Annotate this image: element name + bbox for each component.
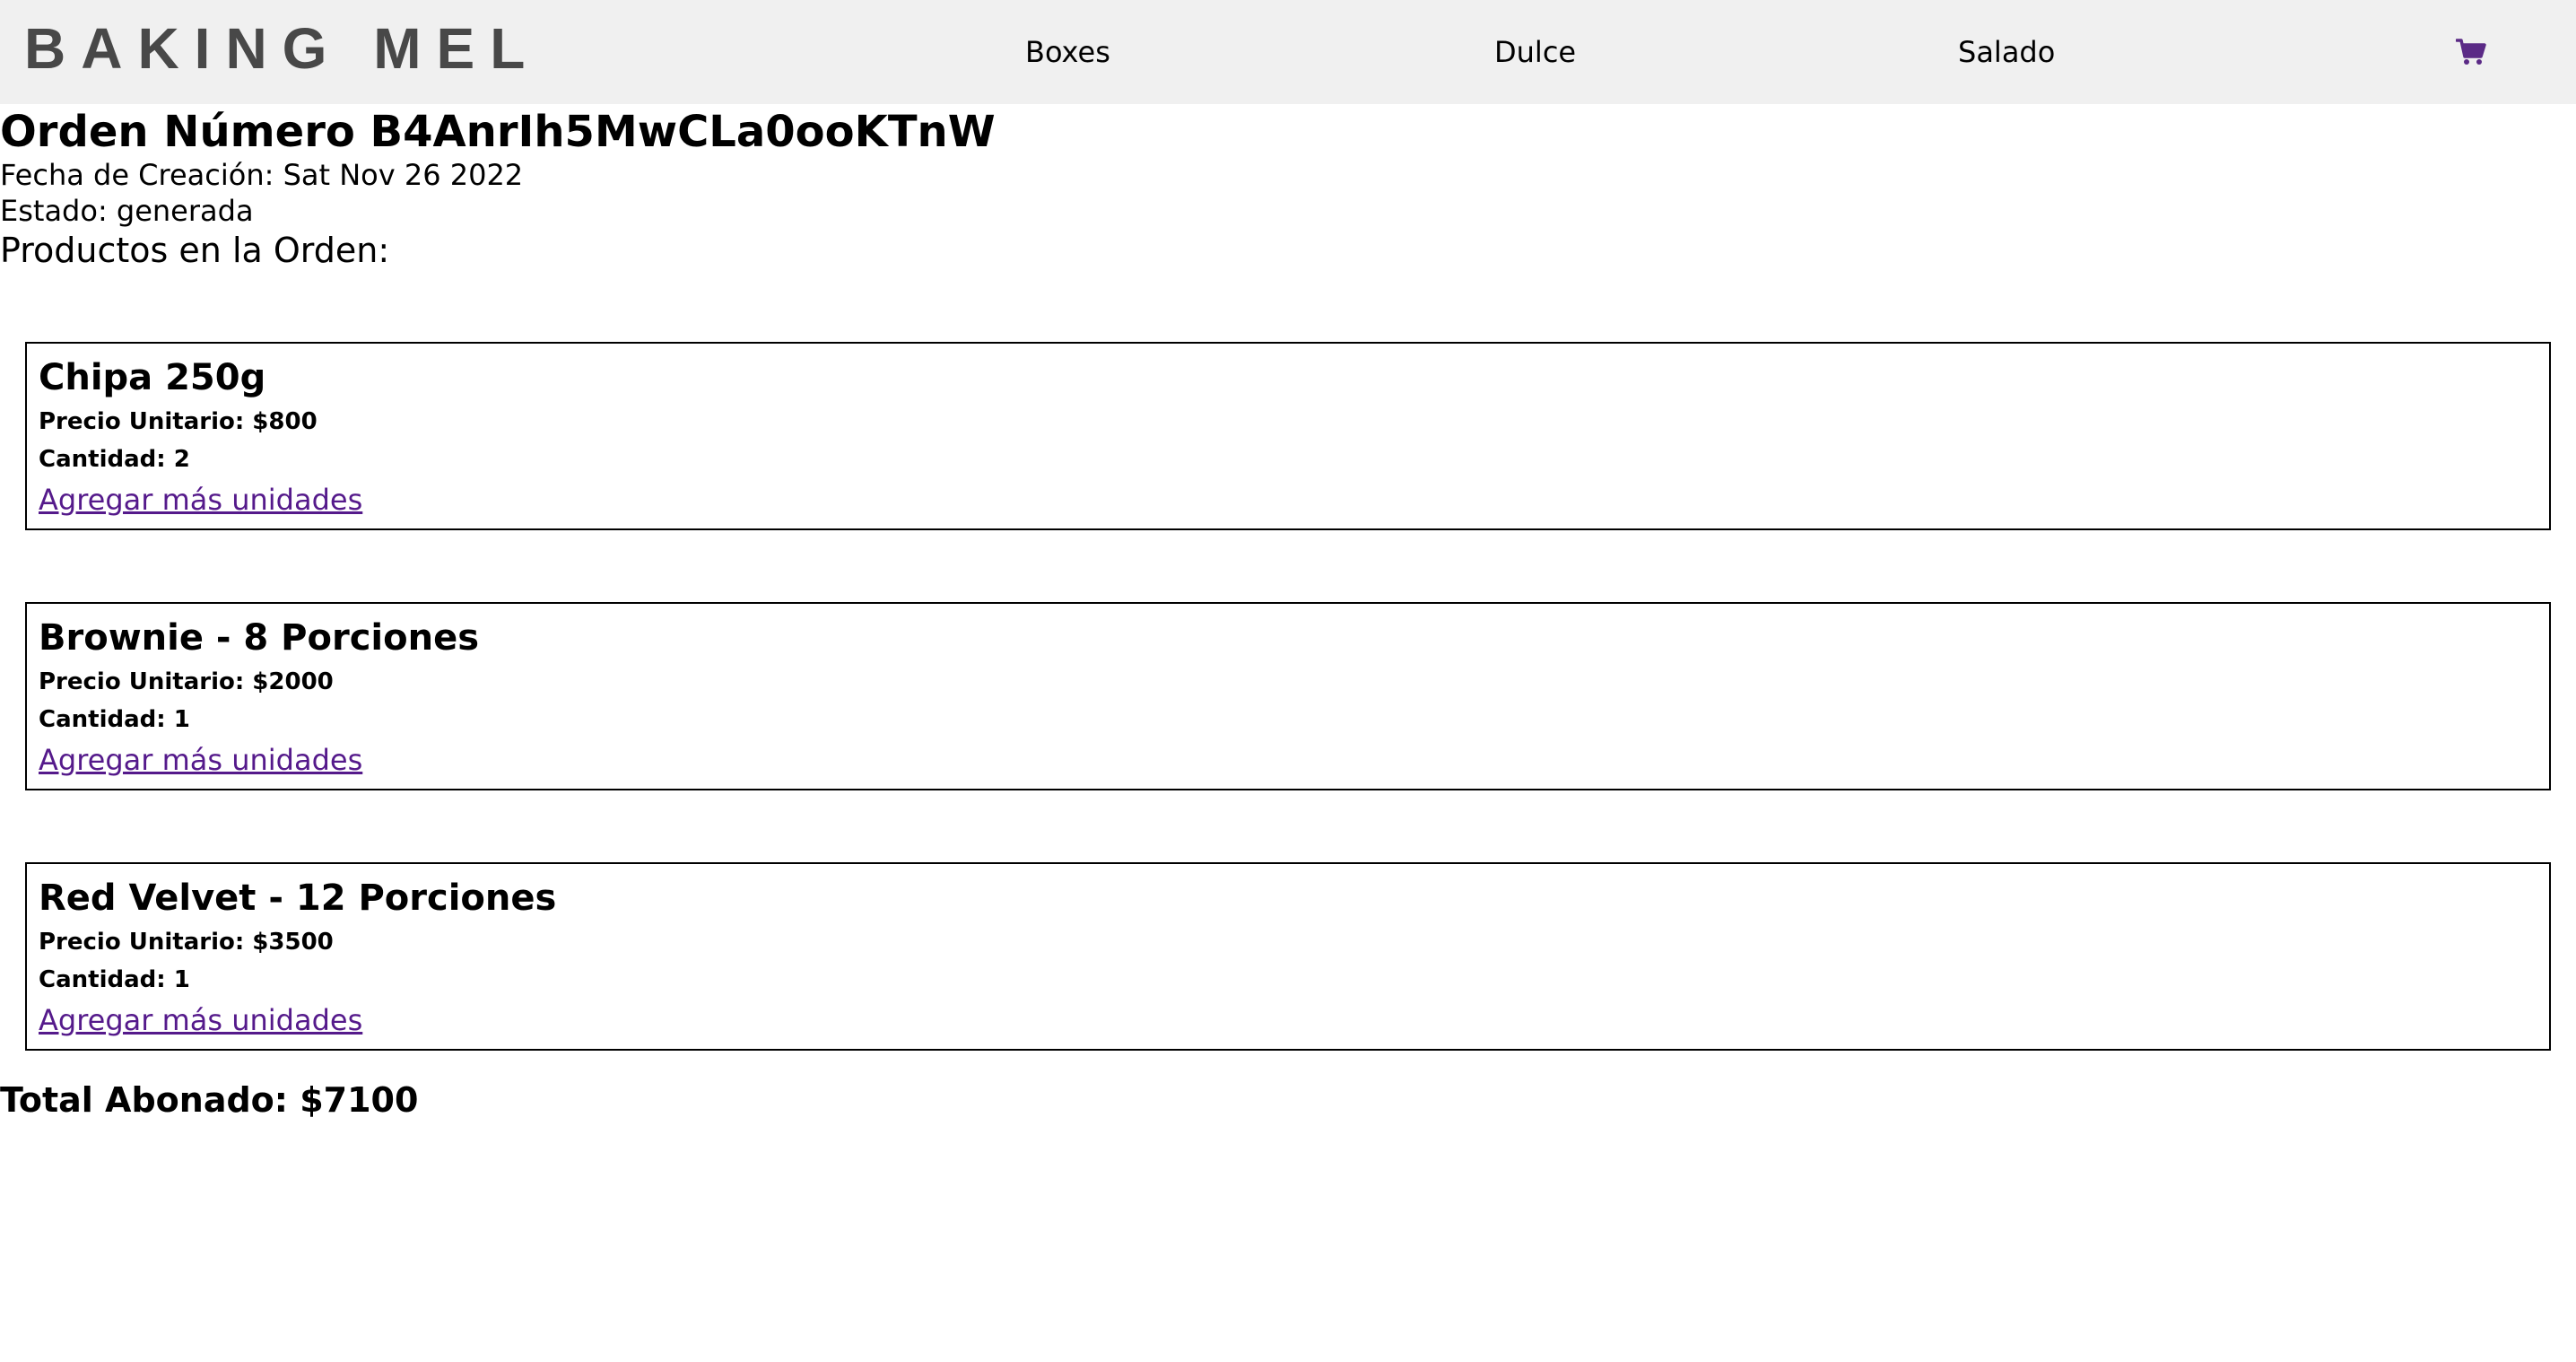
product-unit-price: Precio Unitario: $800 [39, 408, 318, 435]
nav-link-dulce[interactable]: Dulce [1494, 32, 1576, 72]
add-more-units-link[interactable]: Agregar más unidades [39, 482, 362, 518]
product-name: Red Velvet - 12 Porciones [39, 877, 557, 919]
product-card: Chipa 250g Precio Unitario: $800 Cantida… [25, 342, 2551, 530]
shopping-cart-icon[interactable] [2455, 39, 2486, 65]
nav-link-boxes[interactable]: Boxes [1025, 32, 1110, 72]
product-quantity: Cantidad: 2 [39, 446, 190, 473]
order-total: Total Abonado: $7100 [0, 1080, 419, 1120]
product-quantity: Cantidad: 1 [39, 706, 190, 733]
products-heading: Productos en la Orden: [0, 231, 390, 270]
navbar: BAKING MEL Boxes Dulce Salado [0, 0, 2576, 104]
add-more-units-link[interactable]: Agregar más unidades [39, 742, 362, 778]
nav-link-salado[interactable]: Salado [1958, 32, 2055, 72]
product-unit-price: Precio Unitario: $2000 [39, 668, 334, 695]
order-status: Estado: generada [0, 194, 254, 228]
product-name: Chipa 250g [39, 357, 266, 398]
product-unit-price: Precio Unitario: $3500 [39, 929, 334, 956]
product-card: Red Velvet - 12 Porciones Precio Unitari… [25, 862, 2551, 1051]
order-created-date: Fecha de Creación: Sat Nov 26 2022 [0, 158, 524, 192]
add-more-units-link[interactable]: Agregar más unidades [39, 1002, 362, 1038]
product-name: Brownie - 8 Porciones [39, 617, 480, 659]
product-quantity: Cantidad: 1 [39, 966, 190, 993]
brand-logo[interactable]: BAKING MEL [24, 13, 540, 84]
product-card: Brownie - 8 Porciones Precio Unitario: $… [25, 602, 2551, 790]
order-title: Orden Número B4AnrIh5MwCLa0ooKTnW [0, 107, 996, 157]
